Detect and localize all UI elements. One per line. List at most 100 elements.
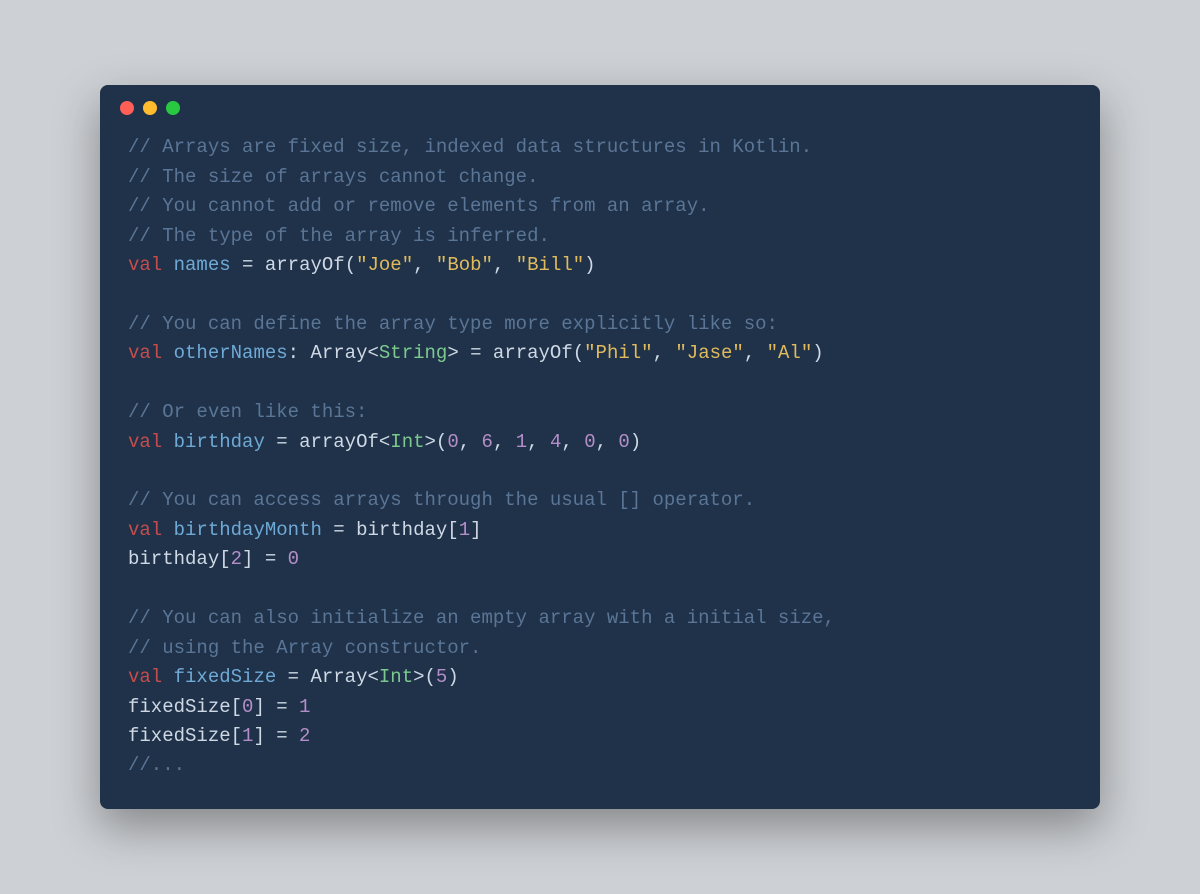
code-line: val birthdayMonth = birthday[1]: [128, 516, 1072, 545]
token-op: >(: [425, 431, 448, 453]
code-line: fixedSize[1] = 2: [128, 722, 1072, 751]
token-nu: 0: [242, 696, 253, 718]
token-ty: Array: [310, 342, 367, 364]
code-line: fixedSize[0] = 1: [128, 693, 1072, 722]
token-op: [162, 254, 173, 276]
code-line: // The size of arrays cannot change.: [128, 163, 1072, 192]
token-op: ] =: [242, 548, 288, 570]
token-op: (: [573, 342, 584, 364]
token-nu: 1: [516, 431, 527, 453]
token-op: [162, 431, 173, 453]
token-op: <: [367, 342, 378, 364]
token-st: "Bob": [436, 254, 493, 276]
token-op: ] =: [253, 696, 299, 718]
code-line: val birthday = arrayOf<Int>(0, 6, 1, 4, …: [128, 428, 1072, 457]
code-line: val fixedSize = Array<Int>(5): [128, 663, 1072, 692]
token-c: // You cannot add or remove elements fro…: [128, 195, 710, 217]
token-op: ): [630, 431, 641, 453]
token-op: [162, 666, 173, 688]
token-kw: val: [128, 666, 162, 688]
token-tp: String: [379, 342, 447, 364]
code-line: [128, 369, 1072, 398]
token-op: (: [345, 254, 356, 276]
token-fn: birthday: [128, 548, 219, 570]
token-id: fixedSize: [174, 666, 277, 688]
code-line: [128, 457, 1072, 486]
token-op: =: [231, 254, 265, 276]
token-op: <: [367, 666, 378, 688]
token-c: // You can also initialize an empty arra…: [128, 607, 835, 629]
token-nu: 1: [299, 696, 310, 718]
code-line: // Or even like this:: [128, 398, 1072, 427]
token-fn: arrayOf: [299, 431, 379, 453]
zoom-icon[interactable]: [166, 101, 180, 115]
minimize-icon[interactable]: [143, 101, 157, 115]
code-line: birthday[2] = 0: [128, 545, 1072, 574]
token-tp: Int: [379, 666, 413, 688]
token-nu: 1: [242, 725, 253, 747]
code-line: // You can also initialize an empty arra…: [128, 604, 1072, 633]
token-op: ,: [459, 431, 482, 453]
token-fn: arrayOf: [493, 342, 573, 364]
token-id: birthdayMonth: [174, 519, 322, 541]
token-nu: 1: [459, 519, 470, 541]
token-op: ,: [493, 431, 516, 453]
token-id: otherNames: [174, 342, 288, 364]
token-op: ): [812, 342, 823, 364]
token-op: ,: [653, 342, 676, 364]
token-c: // Or even like this:: [128, 401, 367, 423]
token-nu: 0: [584, 431, 595, 453]
token-op: :: [288, 342, 311, 364]
token-op: ,: [596, 431, 619, 453]
token-op: [: [231, 725, 242, 747]
code-line: val names = arrayOf("Joe", "Bob", "Bill"…: [128, 251, 1072, 280]
token-c: // You can define the array type more ex…: [128, 313, 778, 335]
token-kw: val: [128, 254, 162, 276]
token-c: // Arrays are fixed size, indexed data s…: [128, 136, 812, 158]
token-nu: 0: [447, 431, 458, 453]
token-op: ,: [561, 431, 584, 453]
token-op: [: [447, 519, 458, 541]
token-op: <: [379, 431, 390, 453]
token-fn: fixedSize: [128, 696, 231, 718]
token-c: // The size of arrays cannot change.: [128, 166, 538, 188]
token-nu: 6: [482, 431, 493, 453]
token-nu: 5: [436, 666, 447, 688]
token-op: =: [276, 666, 310, 688]
token-fn: birthday: [356, 519, 447, 541]
window-titlebar: [100, 85, 1100, 121]
code-window: // Arrays are fixed size, indexed data s…: [100, 85, 1100, 809]
code-line: // The type of the array is inferred.: [128, 222, 1072, 251]
code-line: // You cannot add or remove elements fro…: [128, 192, 1072, 221]
code-block: // Arrays are fixed size, indexed data s…: [100, 121, 1100, 809]
token-kw: val: [128, 431, 162, 453]
token-id: birthday: [174, 431, 265, 453]
token-st: "Phil": [584, 342, 652, 364]
token-nu: 0: [618, 431, 629, 453]
token-ty: Array: [310, 666, 367, 688]
token-tp: Int: [390, 431, 424, 453]
token-op: [: [231, 696, 242, 718]
token-op: ] =: [253, 725, 299, 747]
token-op: ,: [413, 254, 436, 276]
token-fn: arrayOf: [265, 254, 345, 276]
code-line: // Arrays are fixed size, indexed data s…: [128, 133, 1072, 162]
token-op: >(: [413, 666, 436, 688]
code-line: // You can access arrays through the usu…: [128, 486, 1072, 515]
token-op: ): [447, 666, 458, 688]
token-op: =: [265, 431, 299, 453]
token-op: [162, 342, 173, 364]
token-op: > =: [447, 342, 493, 364]
token-st: "Joe": [356, 254, 413, 276]
token-op: ,: [527, 431, 550, 453]
token-op: ,: [493, 254, 516, 276]
code-line: // You can define the array type more ex…: [128, 310, 1072, 339]
token-op: ): [584, 254, 595, 276]
token-op: [162, 519, 173, 541]
code-line: val otherNames: Array<String> = arrayOf(…: [128, 339, 1072, 368]
close-icon[interactable]: [120, 101, 134, 115]
token-kw: val: [128, 342, 162, 364]
token-c: //...: [128, 754, 185, 776]
code-line: [128, 575, 1072, 604]
token-id: names: [174, 254, 231, 276]
